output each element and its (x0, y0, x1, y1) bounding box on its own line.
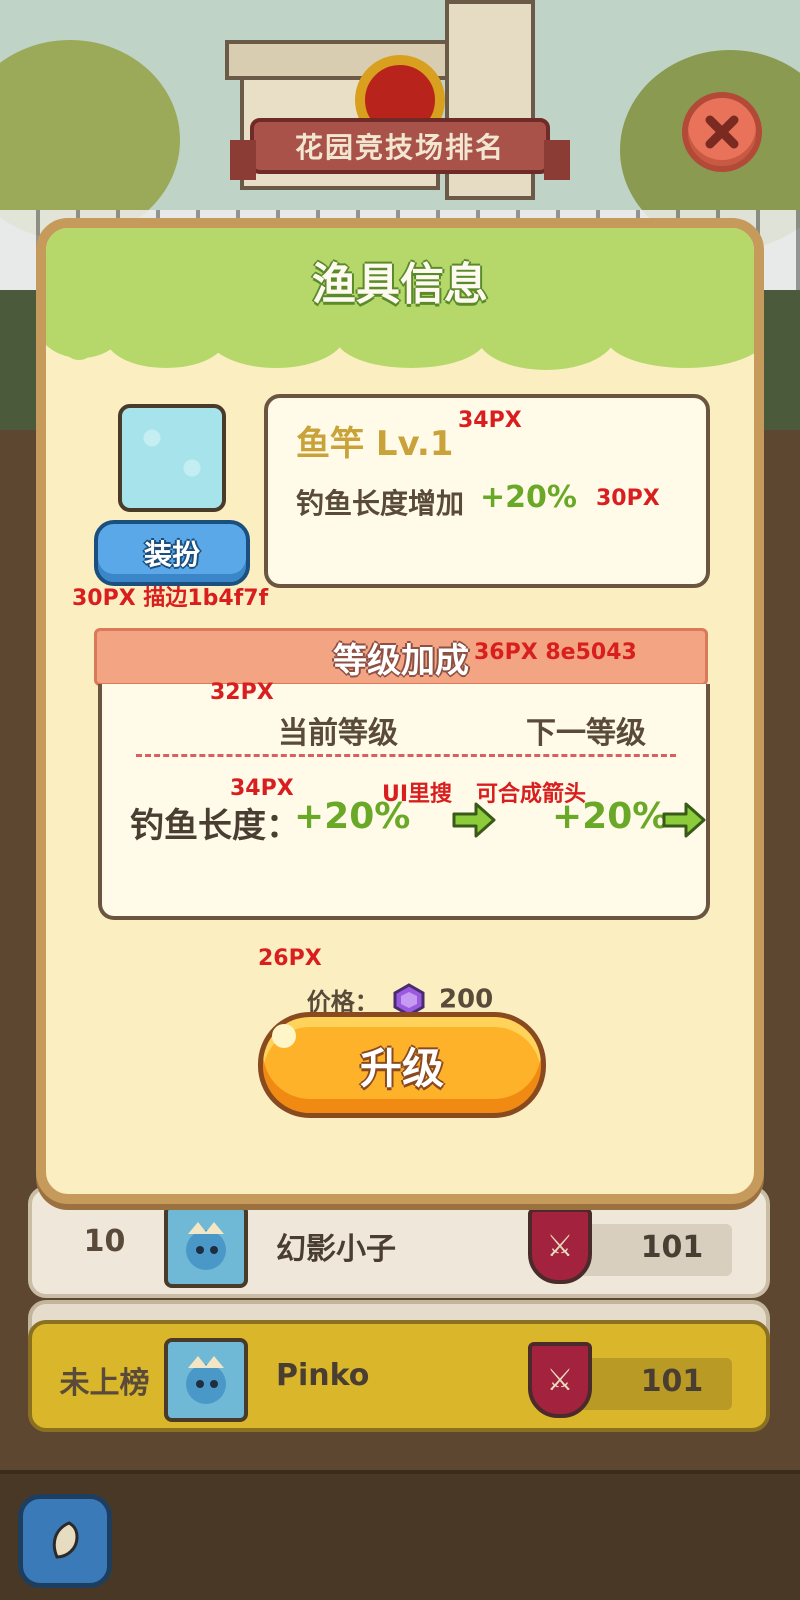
equip-button[interactable]: 装扮 (94, 520, 250, 586)
home-button[interactable] (18, 1494, 112, 1588)
design-annotation: 30PX 描边1b4f7f (72, 586, 269, 611)
ribbon-tail (544, 140, 570, 180)
slime-drip (62, 326, 96, 360)
gear-item-icon (118, 404, 226, 512)
slime-drip (232, 328, 244, 340)
gear-effect-value: +20% (480, 480, 577, 515)
leaderboard-title-ribbon: 花园竞技场排名 (230, 118, 570, 180)
leaderboard-row-self[interactable]: 未上榜 Pinko ⚔ 101 (28, 1320, 770, 1432)
price-value: 200 (438, 984, 494, 1015)
bottom-bar (0, 1470, 800, 1600)
row-score: 101 (640, 1364, 704, 1399)
close-button[interactable] (682, 92, 762, 172)
avatar (164, 1204, 248, 1288)
gear-name: 鱼竿 Lv.1 (296, 424, 454, 464)
stat-label: 钓鱼长度： (130, 806, 300, 846)
gear-info-box: 鱼竿 Lv.1 34PX 钓鱼长度增加 +20% 30PX (264, 394, 710, 588)
player-avatar-icon (186, 1356, 226, 1404)
design-annotation: 32PX (210, 680, 274, 705)
ribbon-tail (230, 140, 256, 180)
next-level-header: 下一等级 (526, 716, 646, 751)
row-rank: 未上榜 (59, 1366, 150, 1401)
divider (136, 754, 676, 757)
leaderboard-title: 花园竞技场排名 (294, 131, 505, 164)
design-annotation: 30PX (596, 486, 660, 511)
design-annotation: 可合成箭头 (476, 782, 587, 807)
player-avatar-icon (186, 1222, 226, 1270)
modal-title: 渔具信息 (312, 259, 488, 310)
game-scene: 花园竞技场排名 10 幻影小子 ⚔ 101 未上榜 Pinko ⚔ 101 渔具… (0, 0, 800, 1600)
design-annotation: 34PX (458, 408, 522, 433)
slime-drip (336, 308, 486, 368)
green-arrow-icon (662, 802, 706, 838)
gear-info-modal: 渔具信息 装扮 30PX 描边1b4f7f 鱼竿 Lv.1 34PX 钓鱼长度增… (36, 218, 764, 1204)
close-icon (705, 115, 739, 149)
design-annotation: 34PX (230, 776, 294, 801)
home-icon (52, 1521, 79, 1559)
crossed-swords-badge-icon: ⚔ (528, 1342, 592, 1418)
button-shine (272, 1024, 296, 1048)
row-rank: 10 (83, 1224, 126, 1259)
row-player-name: Pinko (276, 1358, 370, 1393)
gear-effect-label: 钓鱼长度增加 (296, 487, 465, 520)
avatar (164, 1338, 248, 1422)
slime-drip (624, 310, 660, 346)
level-bonus-title: 等级加成 (333, 640, 469, 681)
design-annotation: UI里搜 (382, 782, 453, 807)
design-annotation: 36PX 8e5043 (474, 640, 637, 665)
row-score: 101 (640, 1230, 704, 1265)
design-annotation: 26PX (258, 946, 322, 971)
crossed-swords-badge-icon: ⚔ (528, 1208, 592, 1284)
upgrade-button[interactable]: 升级 (258, 1012, 546, 1118)
row-player-name: 幻影小子 (276, 1232, 396, 1267)
current-level-header: 当前等级 (278, 716, 398, 751)
